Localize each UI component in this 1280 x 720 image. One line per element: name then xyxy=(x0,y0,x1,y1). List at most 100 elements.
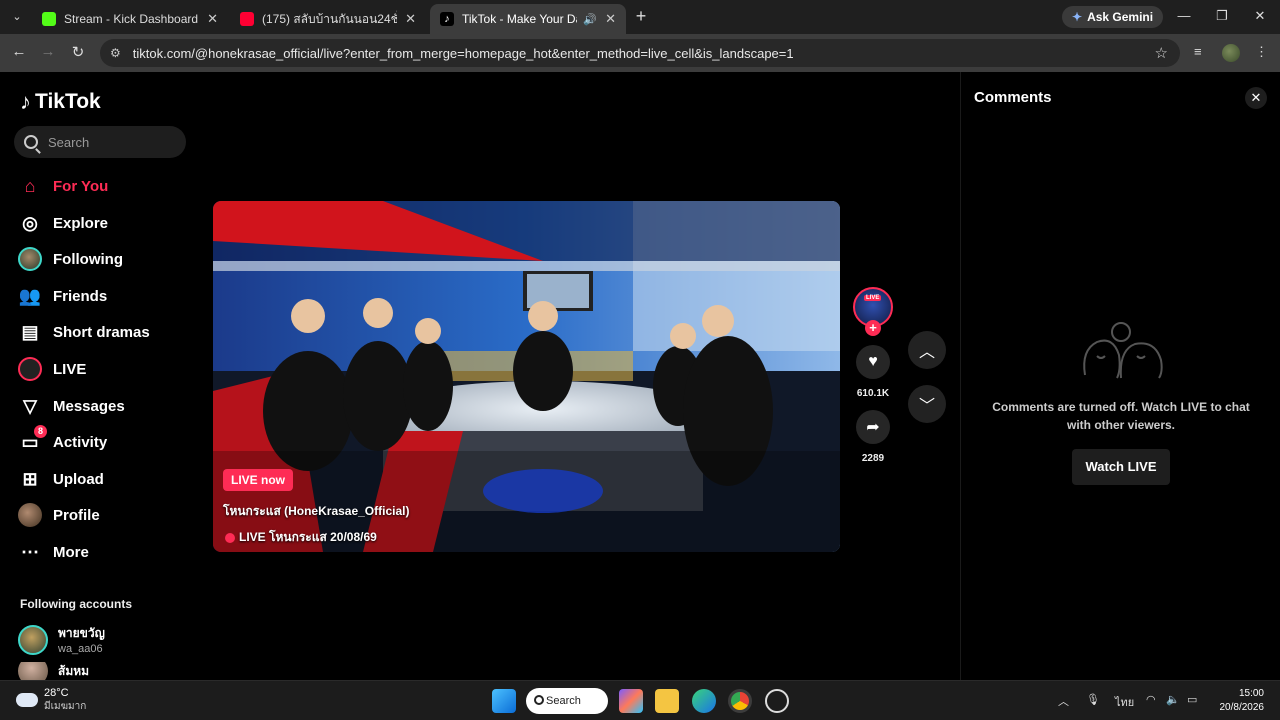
close-icon[interactable]: ✕ xyxy=(405,11,416,27)
profile-avatar-icon xyxy=(18,503,42,527)
nav-following[interactable]: Following xyxy=(18,244,123,274)
window-close-icon[interactable]: ✕ xyxy=(1250,8,1270,24)
nav-activity[interactable]: ▭ 8 Activity xyxy=(18,425,108,457)
search-box[interactable] xyxy=(14,126,186,158)
nav-label: Upload xyxy=(53,470,104,488)
media-controls-icon[interactable]: ≡ xyxy=(1194,44,1202,59)
tiktok-logo[interactable]: ♪ TikTok xyxy=(20,89,101,115)
bookmark-star-icon[interactable]: ☆ xyxy=(1155,44,1168,62)
file-explorer-icon[interactable] xyxy=(655,689,679,713)
plus-square-icon: ⊞ xyxy=(22,468,38,489)
back-arrow-icon[interactable]: ← xyxy=(9,43,29,60)
nav-label: Activity xyxy=(53,433,108,451)
like-button[interactable]: ♥ xyxy=(856,345,890,379)
volume-icon[interactable]: 🔈 xyxy=(1166,693,1180,706)
close-icon[interactable]: ✕ xyxy=(207,11,218,27)
chevron-up-icon: ︿ xyxy=(918,344,935,361)
stream-title[interactable]: โหนกระแส (HoneKrasae_Official) xyxy=(223,502,409,521)
nav-messages[interactable]: ▽ Messages xyxy=(18,391,125,421)
activity-badge: 8 xyxy=(34,425,47,438)
send-icon: ▽ xyxy=(23,395,37,416)
next-video-button[interactable]: ﹀ xyxy=(908,385,946,423)
share-arrow-icon: ➦ xyxy=(866,419,880,436)
tab-label: (175) สลับบ้านกันนอน24ชั่วโมง บ้าน xyxy=(262,11,398,26)
live-video-player[interactable]: LIVE now โหนกระแส (HoneKrasae_Official) … xyxy=(213,201,840,552)
nav-label: Friends xyxy=(53,287,108,305)
site-info-icon[interactable]: ⚙ xyxy=(110,46,121,60)
tab-label: Stream - Kick Dashboard xyxy=(64,12,199,26)
follow-plus-button[interactable]: + xyxy=(865,320,881,336)
heart-icon: ♥ xyxy=(868,353,878,370)
clock-date: 20/8/2026 xyxy=(1219,702,1265,713)
search-icon xyxy=(534,695,544,705)
tab-tiktok[interactable]: ♪ TikTok - Make Your Day 🔊 ✕ xyxy=(430,4,626,34)
friends-icon: 👥 xyxy=(18,285,42,306)
stream-subtitle-text: LIVE โหนกระแส 20/08/69 xyxy=(239,530,377,544)
browser-menu-icon[interactable]: ⋮ xyxy=(1255,44,1268,60)
clock-time: 15:00 xyxy=(1238,688,1264,699)
tiktok-note-icon: ♪ xyxy=(20,89,31,114)
ask-gemini-button[interactable]: ✦ Ask Gemini xyxy=(1062,6,1164,28)
battery-icon[interactable]: ▭ xyxy=(1187,693,1197,706)
app-update-icon[interactable] xyxy=(765,689,789,713)
nav-label: More xyxy=(53,543,89,561)
film-icon: ▤ xyxy=(21,321,39,342)
microphone-icon[interactable]: 🎙 xyxy=(1086,693,1100,706)
minimize-icon[interactable]: — xyxy=(1174,8,1194,23)
taskbar-clock[interactable]: 15:00 20/8/2026 xyxy=(1218,687,1265,715)
forward-arrow-icon[interactable]: → xyxy=(38,43,58,60)
chrome-icon[interactable] xyxy=(728,689,752,713)
weather-widget[interactable]: 28°C มีเมฆมาก xyxy=(16,687,86,713)
tab-search-menu-icon[interactable]: ⌄ xyxy=(8,8,26,26)
comments-title: Comments xyxy=(974,89,1052,106)
share-button[interactable]: ➦ xyxy=(856,410,890,444)
tab-kick-dashboard[interactable]: Stream - Kick Dashboard ✕ xyxy=(32,4,228,34)
url-field[interactable]: ⚙ tiktok.com/@honekrasae_official/live?e… xyxy=(100,39,1180,67)
tray-chevron-up-icon[interactable]: ︿ xyxy=(1058,693,1069,709)
speaker-icon[interactable]: 🔊 xyxy=(583,13,597,26)
previous-video-button[interactable]: ︿ xyxy=(908,331,946,369)
stream-subtitle: LIVE โหนกระแส 20/08/69 xyxy=(225,528,377,547)
following-accounts-heading: Following accounts xyxy=(20,597,133,611)
search-icon xyxy=(24,135,38,149)
edge-icon[interactable] xyxy=(692,689,716,713)
nav-upload[interactable]: ⊞ Upload xyxy=(18,464,104,494)
watch-live-button[interactable]: Watch LIVE xyxy=(1072,449,1170,485)
cloud-icon xyxy=(16,693,38,707)
nav-profile[interactable]: Profile xyxy=(18,500,100,530)
close-comments-icon[interactable]: ✕ xyxy=(1245,87,1267,109)
nav-for-you[interactable]: ⌂ For You xyxy=(18,171,109,201)
following-account-item[interactable]: ส้มหม xyxy=(18,662,89,680)
nav-friends[interactable]: 👥 Friends xyxy=(18,281,107,311)
url-text[interactable]: tiktok.com/@honekrasae_official/live?ent… xyxy=(133,46,1155,61)
windows-start-icon[interactable] xyxy=(492,689,516,713)
reload-icon[interactable]: ↻ xyxy=(68,43,88,61)
nav-more[interactable]: ⋯ More xyxy=(18,537,89,567)
restore-icon[interactable]: ❐ xyxy=(1212,8,1232,24)
gemini-label: Ask Gemini xyxy=(1087,10,1154,24)
taskbar-search-label: Search xyxy=(546,695,581,707)
copilot-icon[interactable] xyxy=(619,689,643,713)
account-avatar xyxy=(18,624,48,655)
weather-condition: มีเมฆมาก xyxy=(44,701,87,712)
live-now-badge[interactable]: LIVE now xyxy=(223,469,293,491)
nav-explore[interactable]: ◎ Explore xyxy=(18,208,108,238)
address-bar-row: ← → ↻ ⚙ tiktok.com/@honekrasae_official/… xyxy=(0,34,1280,72)
nav-short-dramas[interactable]: ▤ Short dramas xyxy=(18,317,149,347)
browser-profile-avatar[interactable] xyxy=(1222,44,1240,62)
search-input[interactable] xyxy=(48,134,168,150)
nav-live[interactable]: LIVE xyxy=(18,354,86,384)
following-account-item[interactable]: พายขวัญ wa_aa06 xyxy=(18,624,105,655)
close-icon[interactable]: ✕ xyxy=(605,11,616,27)
nav-label: For You xyxy=(53,177,109,195)
account-username: wa_aa06 xyxy=(58,643,103,655)
taskbar-search[interactable]: Search xyxy=(526,688,608,714)
live-icon xyxy=(18,357,42,381)
new-tab-button[interactable]: + xyxy=(632,7,650,26)
youtube-favicon-icon xyxy=(240,12,254,26)
tab-youtube[interactable]: (175) สลับบ้านกันนอน24ชั่วโมง บ้าน ✕ xyxy=(230,4,426,34)
comments-off-illustration-icon xyxy=(1083,322,1163,379)
tiktok-sidebar: ♪ TikTok ⌂ For You ◎ Explore Following 👥… xyxy=(0,72,200,680)
input-language[interactable]: ไทย xyxy=(1115,693,1134,711)
wifi-icon[interactable]: ◠ xyxy=(1146,693,1156,706)
